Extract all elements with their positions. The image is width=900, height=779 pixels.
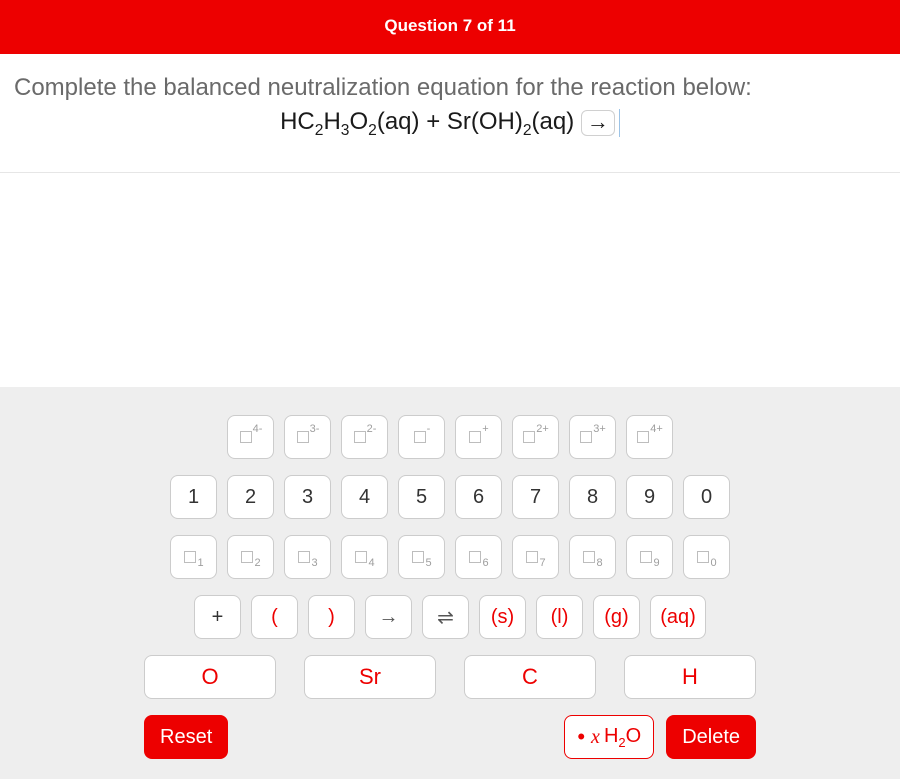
subscript-5[interactable]: 5 <box>398 535 445 579</box>
subscript-1[interactable]: 1 <box>170 535 217 579</box>
element-Sr[interactable]: Sr <box>304 655 436 699</box>
charge-3minus[interactable]: 3- <box>284 415 331 459</box>
digit-2[interactable]: 2 <box>227 475 274 519</box>
dot-icon: • <box>577 724 585 750</box>
charge-2minus[interactable]: 2- <box>341 415 388 459</box>
row-charges: 4- 3- 2- - + 2+ 3+ 4+ <box>144 415 756 459</box>
digit-4[interactable]: 4 <box>341 475 388 519</box>
digit-1[interactable]: 1 <box>170 475 217 519</box>
hydrate-water-button[interactable]: • x H2O <box>564 715 654 759</box>
equation-given: HC2H3O2(aq) + Sr(OH)2(aq) <box>280 108 581 135</box>
element-H[interactable]: H <box>624 655 756 699</box>
formula-keyboard: 4- 3- 2- - + 2+ 3+ 4+ 1 2 3 4 5 6 7 8 9 … <box>0 387 900 779</box>
row-digits: 1 2 3 4 5 6 7 8 9 0 <box>144 475 756 519</box>
subscript-9[interactable]: 9 <box>626 535 673 579</box>
row-actions: Reset • x H2O Delete <box>144 715 756 759</box>
symbol-equilibrium[interactable]: ⇌ <box>422 595 469 639</box>
subscript-0[interactable]: 0 <box>683 535 730 579</box>
digit-8[interactable]: 8 <box>569 475 616 519</box>
element-C[interactable]: C <box>464 655 596 699</box>
state-aqueous[interactable]: (aq) <box>650 595 706 639</box>
row-subscripts: 1 2 3 4 5 6 7 8 9 0 <box>144 535 756 579</box>
symbol-forward-arrow[interactable]: → <box>365 595 412 639</box>
digit-0[interactable]: 0 <box>683 475 730 519</box>
row-symbols: + ( ) → ⇌ (s) (l) (g) (aq) <box>144 595 756 639</box>
state-liquid[interactable]: (l) <box>536 595 583 639</box>
digit-5[interactable]: 5 <box>398 475 445 519</box>
charge-4plus[interactable]: 4+ <box>626 415 673 459</box>
row-elements: O Sr C H <box>144 655 756 699</box>
charge-minus[interactable]: - <box>398 415 445 459</box>
delete-button[interactable]: Delete <box>666 715 756 759</box>
hydrate-x: x <box>591 726 600 749</box>
question-area: Complete the balanced neutralization equ… <box>0 54 900 158</box>
charge-2plus[interactable]: 2+ <box>512 415 559 459</box>
subscript-6[interactable]: 6 <box>455 535 502 579</box>
element-O[interactable]: O <box>144 655 276 699</box>
subscript-7[interactable]: 7 <box>512 535 559 579</box>
hydrate-water-label: H2O <box>604 725 641 750</box>
subscript-3[interactable]: 3 <box>284 535 331 579</box>
state-gas[interactable]: (g) <box>593 595 640 639</box>
question-prompt: Complete the balanced neutralization equ… <box>14 74 886 102</box>
text-cursor <box>619 109 620 137</box>
state-solid[interactable]: (s) <box>479 595 526 639</box>
charge-4minus[interactable]: 4- <box>227 415 274 459</box>
digit-7[interactable]: 7 <box>512 475 559 519</box>
symbol-lparen[interactable]: ( <box>251 595 298 639</box>
digit-9[interactable]: 9 <box>626 475 673 519</box>
digit-6[interactable]: 6 <box>455 475 502 519</box>
header-title: Question 7 of 11 <box>384 16 515 35</box>
symbol-plus[interactable]: + <box>194 595 241 639</box>
symbol-rparen[interactable]: ) <box>308 595 355 639</box>
charge-3plus[interactable]: 3+ <box>569 415 616 459</box>
divider <box>0 172 900 173</box>
reaction-arrow-chip: → <box>581 110 615 136</box>
subscript-4[interactable]: 4 <box>341 535 388 579</box>
question-header: Question 7 of 11 <box>0 0 900 54</box>
subscript-2[interactable]: 2 <box>227 535 274 579</box>
charge-plus[interactable]: + <box>455 415 502 459</box>
subscript-8[interactable]: 8 <box>569 535 616 579</box>
digit-3[interactable]: 3 <box>284 475 331 519</box>
reset-button[interactable]: Reset <box>144 715 228 759</box>
equation-input-line[interactable]: HC2H3O2(aq) + Sr(OH)2(aq) → <box>14 108 886 140</box>
